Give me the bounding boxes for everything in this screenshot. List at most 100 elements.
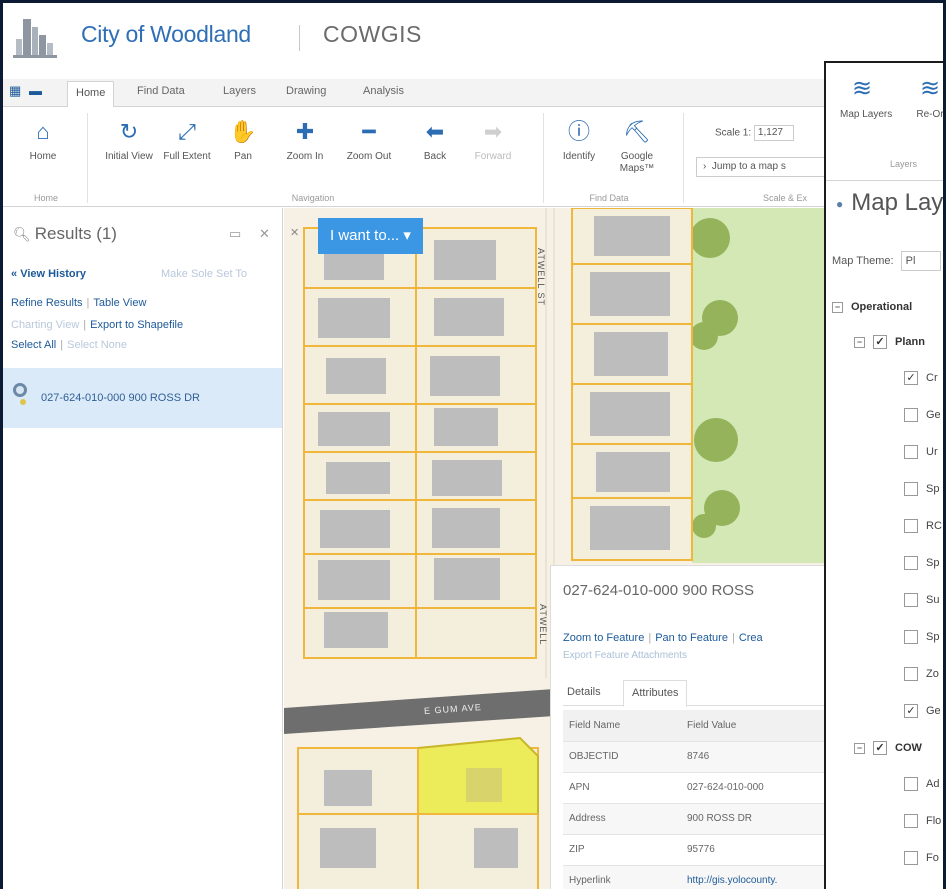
pan-to-feature-link[interactable]: Pan to Feature	[655, 632, 728, 644]
scale-input[interactable]: 1,127	[753, 125, 794, 141]
feature-actions: Zoom to Feature | Pan to Feature | Crea	[563, 632, 763, 644]
tree	[690, 322, 718, 350]
select-all-link[interactable]: Select All	[11, 339, 56, 351]
layer-item[interactable]: ✓ Ge	[904, 704, 941, 718]
checkbox[interactable]: ✓	[873, 741, 887, 755]
collapse-icon[interactable]: −	[854, 742, 865, 754]
reorder-button[interactable]: ≋ Re-Or	[908, 69, 943, 121]
tab-find-data[interactable]: Find Data	[137, 85, 185, 97]
info-icon: ⓘ	[567, 119, 590, 144]
layer-group-operational[interactable]: − Operational	[832, 301, 912, 313]
field-name: Hyperlink	[563, 865, 681, 889]
forward-button[interactable]: ➡ Forward	[465, 113, 521, 163]
feature-title: 027-624-010-000 900 ROSS	[563, 582, 754, 599]
dock-icon[interactable]: ▭	[229, 226, 241, 242]
checkbox[interactable]	[904, 593, 918, 607]
checkbox[interactable]: ✓	[873, 335, 887, 349]
layer-item[interactable]: Fo	[904, 851, 939, 865]
refresh-icon: ↻	[119, 119, 139, 144]
table-row: ZIP 95776	[563, 834, 824, 866]
google-maps-button[interactable]: ⛏ Google Maps™	[609, 113, 665, 175]
create-link[interactable]: Crea	[739, 632, 763, 644]
layer-item[interactable]: Ad	[904, 777, 939, 791]
collapse-icon[interactable]: −	[832, 301, 843, 313]
checkbox[interactable]	[904, 556, 918, 570]
ribbon-tab-bar: ▦ ▬ Home Find Data Layers Drawing Analys…	[3, 79, 943, 108]
home-button[interactable]: ⌂ Home	[15, 113, 71, 163]
tab-analysis[interactable]: Analysis	[363, 85, 404, 97]
chevron-right-icon: ›	[703, 161, 707, 172]
layer-group-planning[interactable]: − ✓ Plann	[854, 335, 925, 349]
map-theme-select: Map Theme: Pl	[832, 251, 941, 271]
make-sole-set-link[interactable]: Make Sole Set To	[161, 268, 247, 280]
i-want-to-button[interactable]: I want to... ▾	[318, 218, 423, 254]
attributes-table: Field Name Field Value OBJECTID 8746 APN…	[563, 710, 824, 889]
checkbox[interactable]	[904, 814, 918, 828]
checkbox[interactable]	[904, 408, 918, 422]
layer-item[interactable]: Ge	[904, 408, 941, 422]
zoom-to-feature-link[interactable]: Zoom to Feature	[563, 632, 644, 644]
tab-home[interactable]: Home	[67, 81, 115, 108]
layer-item[interactable]: Flo	[904, 814, 941, 828]
zoom-out-button[interactable]: ━ Zoom Out	[341, 113, 397, 163]
select-none-link[interactable]: Select None	[67, 339, 127, 351]
back-button[interactable]: ⬅ Back	[407, 113, 463, 163]
ribbon-toolbar: ⌂ Home Home ↻ Initial View ⤢ Full Extent…	[3, 107, 943, 207]
layer-item[interactable]: RC	[904, 519, 942, 533]
header-divider	[299, 25, 300, 51]
checkbox[interactable]	[904, 851, 918, 865]
checkbox[interactable]: ✓	[904, 371, 918, 385]
layer-item[interactable]: Sp	[904, 630, 939, 644]
jump-to-scale-select[interactable]: › Jump to a map s	[696, 157, 826, 177]
checkbox[interactable]: ✓	[904, 704, 918, 718]
close-icon[interactable]: ✕	[259, 226, 270, 242]
checkbox[interactable]	[904, 482, 918, 496]
pan-button[interactable]: ✋ Pan	[215, 113, 271, 163]
layer-group-cowgis[interactable]: − ✓ COW	[854, 741, 922, 755]
layer-item[interactable]: Su	[904, 593, 939, 607]
refine-results-link[interactable]: Refine Results	[11, 297, 83, 309]
identify-button[interactable]: ⓘ Identify	[551, 113, 607, 163]
charting-view-link[interactable]: Charting View	[11, 319, 79, 331]
layer-item[interactable]: Sp	[904, 556, 939, 570]
map-theme-dropdown[interactable]: Pl	[900, 251, 941, 271]
checkbox[interactable]	[904, 777, 918, 791]
hyperlink[interactable]: http://gis.yolocounty.	[687, 875, 777, 886]
view-history-link[interactable]: « View History	[11, 268, 86, 280]
initial-view-button[interactable]: ↻ Initial View	[101, 113, 157, 163]
tab-layers[interactable]: Layers	[223, 85, 256, 97]
full-extent-button[interactable]: ⤢ Full Extent	[159, 113, 215, 163]
results-actions-row1: Refine Results | Table View	[11, 297, 147, 309]
save-icon[interactable]: ▦	[9, 83, 21, 99]
map-layers-title: ● Map Lay	[836, 189, 943, 216]
collapse-icon[interactable]: ✕	[290, 226, 299, 239]
export-attachments-link[interactable]: Export Feature Attachments	[563, 650, 687, 661]
folder-icon[interactable]: ▬	[29, 83, 42, 98]
checkbox[interactable]	[904, 667, 918, 681]
feature-details-panel: 027-624-010-000 900 ROSS Zoom to Feature…	[550, 565, 824, 889]
layer-item[interactable]: ✓ Cr	[904, 371, 938, 385]
layer-item[interactable]: Zo	[904, 667, 939, 681]
table-row: APN 027-624-010-000	[563, 772, 824, 804]
export-shapefile-link[interactable]: Export to Shapefile	[90, 319, 183, 331]
checkbox[interactable]	[904, 630, 918, 644]
layers-icon: ≋	[851, 75, 873, 102]
field-value: 95776	[681, 834, 824, 866]
layer-item[interactable]: Ur	[904, 445, 938, 459]
tab-details[interactable]: Details	[567, 686, 601, 698]
globe-pin-icon	[13, 383, 27, 405]
layer-item[interactable]: Sp	[904, 482, 939, 496]
field-name: OBJECTID	[563, 741, 681, 773]
zoom-in-button[interactable]: ✚ Zoom In	[277, 113, 333, 163]
tab-attributes[interactable]: Attributes	[623, 680, 688, 707]
collapse-icon[interactable]: −	[854, 336, 865, 348]
tab-drawing[interactable]: Drawing	[286, 85, 326, 97]
result-list-item[interactable]: 027-624-010-000 900 ROSS DR	[3, 368, 282, 428]
table-view-link[interactable]: Table View	[93, 297, 146, 309]
map-layers-button[interactable]: ≋ Map Layers	[840, 69, 892, 121]
field-value: 8746	[681, 741, 824, 773]
results-actions-row2: Charting View | Export to Shapefile	[11, 319, 184, 331]
checkbox[interactable]	[904, 445, 918, 459]
checkbox[interactable]	[904, 519, 918, 533]
field-name: ZIP	[563, 834, 681, 866]
